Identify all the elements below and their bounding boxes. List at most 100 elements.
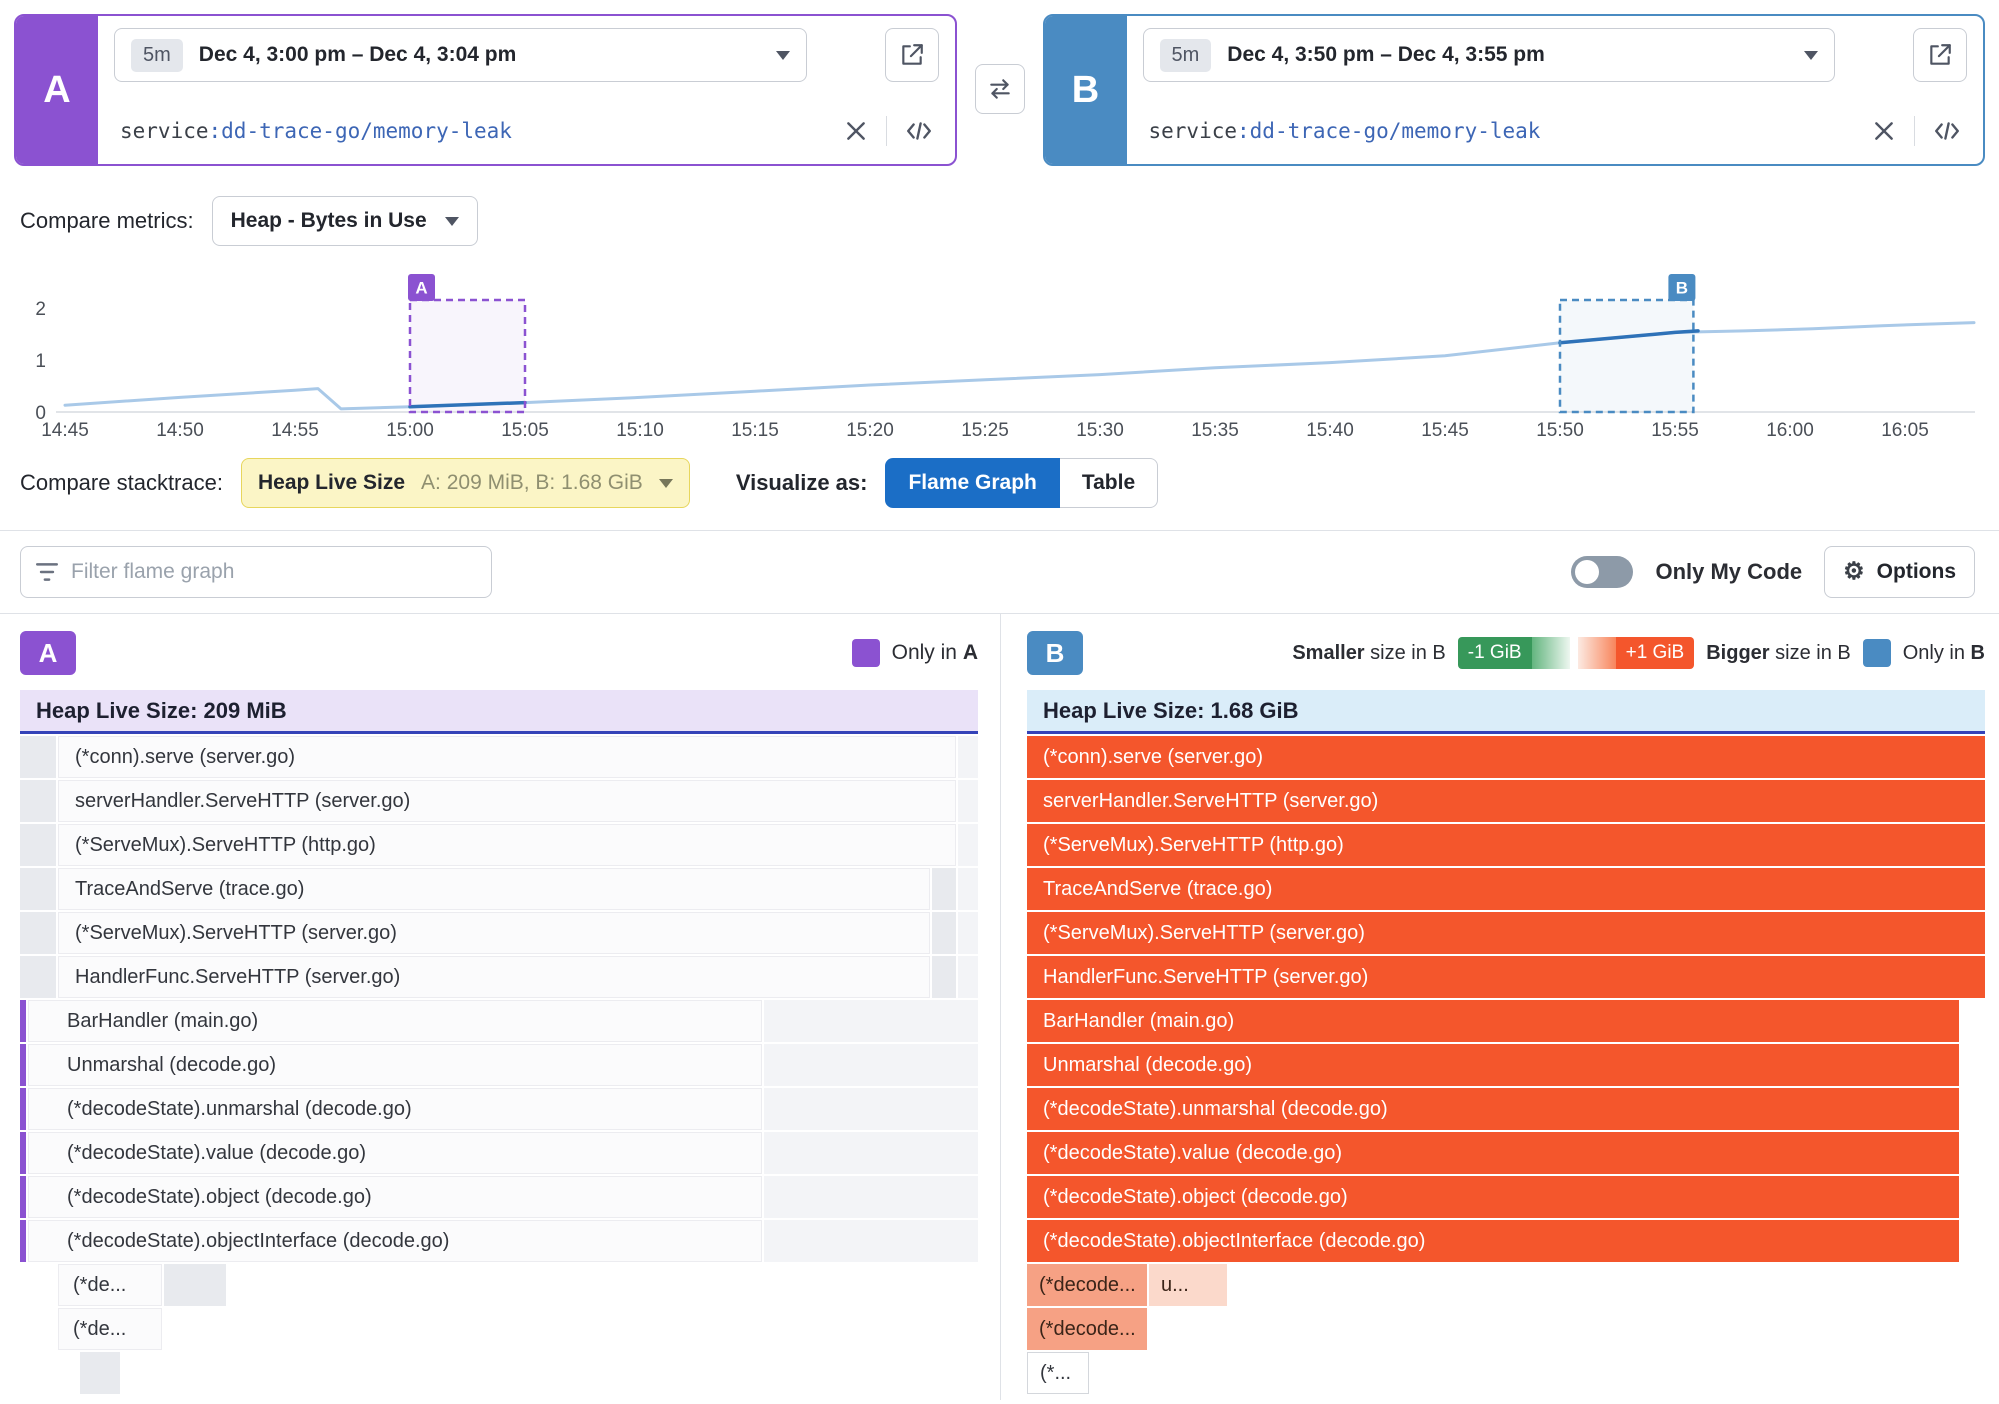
svg-text:15:30: 15:30 xyxy=(1076,420,1124,440)
flame-panel-a: A Only in A Heap Live Size: 209 MiB (*co… xyxy=(0,614,1001,1400)
flame-frame[interactable]: HandlerFunc.ServeHTTP (server.go) xyxy=(58,956,930,998)
flame-frame-sliver[interactable] xyxy=(764,1176,978,1218)
only-in-a-text: Only in xyxy=(892,641,963,664)
flame-frame-sliver[interactable] xyxy=(164,1264,226,1306)
open-in-new-button-a[interactable] xyxy=(885,28,939,82)
flame-frame-sliver[interactable] xyxy=(932,956,956,998)
flame-frame-sliver[interactable] xyxy=(20,1044,26,1086)
duration-pill-b: 5m xyxy=(1160,39,1212,72)
flame-frame[interactable]: (*decodeState).value (decode.go) xyxy=(1027,1132,1959,1174)
panel-a-root-frame[interactable]: Heap Live Size: 209 MiB xyxy=(20,690,978,734)
only-in-a-legend: Only in A xyxy=(852,639,978,667)
panel-b-root-frame[interactable]: Heap Live Size: 1.68 GiB xyxy=(1027,690,1985,734)
query-input-b[interactable]: service:dd-trace-go/memory-leak xyxy=(1143,108,1968,154)
table-tab[interactable]: Table xyxy=(1060,458,1158,508)
flame-frame[interactable]: (*ServeMux).ServeHTTP (http.go) xyxy=(58,824,956,866)
flame-frame-sliver[interactable] xyxy=(958,780,978,822)
flame-frame-sliver[interactable] xyxy=(20,780,56,822)
flame-frame[interactable]: TraceAndServe (trace.go) xyxy=(1027,868,1985,910)
only-my-code-toggle[interactable] xyxy=(1571,556,1633,588)
compare-metrics-dropdown[interactable]: Heap - Bytes in Use xyxy=(212,196,478,246)
flame-frame-sliver[interactable] xyxy=(20,824,56,866)
flame-frame[interactable]: (*de... xyxy=(58,1308,162,1350)
flame-frame-sliver[interactable] xyxy=(764,1044,978,1086)
flame-frame[interactable]: (*decodeState).object (decode.go) xyxy=(28,1176,762,1218)
time-range-text-b: Dec 4, 3:50 pm – Dec 4, 3:55 pm xyxy=(1227,43,1545,67)
stacktrace-metric-dropdown[interactable]: Heap Live Size A: 209 MiB, B: 1.68 GiB xyxy=(241,458,690,508)
time-range-selector-b[interactable]: 5m Dec 4, 3:50 pm – Dec 4, 3:55 pm xyxy=(1143,28,1836,82)
flame-frame[interactable]: u... xyxy=(1149,1264,1227,1306)
flame-frame[interactable]: serverHandler.ServeHTTP (server.go) xyxy=(58,780,956,822)
flame-frame[interactable]: (*decode... xyxy=(1027,1308,1147,1350)
code-view-icon-a[interactable] xyxy=(905,119,933,143)
flame-frame-sliver[interactable] xyxy=(20,736,56,778)
flame-frame-sliver[interactable] xyxy=(958,912,978,954)
flame-frame[interactable]: (*decodeState).object (decode.go) xyxy=(1027,1176,1959,1218)
flame-frame[interactable]: (*de... xyxy=(58,1264,162,1306)
flame-frame-sliver[interactable] xyxy=(958,824,978,866)
visualize-as-segmented-control: Flame Graph Table xyxy=(885,458,1158,508)
clear-query-icon-a[interactable] xyxy=(844,119,868,143)
flame-frame[interactable]: Unmarshal (decode.go) xyxy=(1027,1044,1959,1086)
flame-row: HandlerFunc.ServeHTTP (server.go) xyxy=(1027,956,1985,998)
flame-graph-tab[interactable]: Flame Graph xyxy=(885,458,1059,508)
flame-frame-sliver[interactable] xyxy=(958,736,978,778)
flame-frame-sliver[interactable] xyxy=(764,1088,978,1130)
flame-frame[interactable]: (*decodeState).objectInterface (decode.g… xyxy=(28,1220,762,1262)
flame-frame-sliver[interactable] xyxy=(932,868,956,910)
flame-frame-sliver[interactable] xyxy=(20,1088,26,1130)
query-input-a[interactable]: service:dd-trace-go/memory-leak xyxy=(114,108,939,154)
flame-graph-filter[interactable] xyxy=(20,546,492,598)
flame-frame[interactable]: (*ServeMux).ServeHTTP (http.go) xyxy=(1027,824,1985,866)
clear-query-icon-b[interactable] xyxy=(1872,119,1896,143)
time-range-selector-a[interactable]: 5m Dec 4, 3:00 pm – Dec 4, 3:04 pm xyxy=(114,28,807,82)
flame-row-spacer xyxy=(1961,1176,1985,1218)
flame-frame[interactable]: (*decode... xyxy=(1027,1264,1147,1306)
open-in-new-button-b[interactable] xyxy=(1913,28,1967,82)
flame-frame[interactable]: (*decodeState).unmarshal (decode.go) xyxy=(1027,1088,1959,1130)
flame-frame-sliver[interactable] xyxy=(20,868,56,910)
flame-frame-sliver[interactable] xyxy=(20,912,56,954)
flame-frame-sliver[interactable] xyxy=(764,1220,978,1262)
flame-frame[interactable]: serverHandler.ServeHTTP (server.go) xyxy=(1027,780,1985,822)
flame-row: (*decodeState).object (decode.go) xyxy=(20,1176,978,1218)
flame-frame-sliver[interactable] xyxy=(20,1220,26,1262)
flame-frame[interactable]: (*... xyxy=(1027,1352,1089,1394)
flame-frame[interactable]: (*decodeState).value (decode.go) xyxy=(28,1132,762,1174)
flame-row: serverHandler.ServeHTTP (server.go) xyxy=(20,780,978,822)
flame-frame[interactable]: Unmarshal (decode.go) xyxy=(28,1044,762,1086)
filter-flame-graph-input[interactable] xyxy=(71,560,477,584)
flame-frame-sliver[interactable] xyxy=(958,868,978,910)
flame-frame-sliver[interactable] xyxy=(20,1176,26,1218)
swap-profiles-button[interactable] xyxy=(975,64,1025,114)
query-key-b: service xyxy=(1149,119,1238,143)
flame-row: (*decodeState).objectInterface (decode.g… xyxy=(20,1220,978,1262)
flame-frame[interactable]: BarHandler (main.go) xyxy=(28,1000,762,1042)
flame-frame[interactable]: TraceAndServe (trace.go) xyxy=(58,868,930,910)
flame-frame[interactable]: (*ServeMux).ServeHTTP (server.go) xyxy=(1027,912,1985,954)
flame-frame[interactable]: (*conn).serve (server.go) xyxy=(1027,736,1985,778)
metric-timeseries-chart[interactable]: 01214:4514:5014:5515:0015:0515:1015:1515… xyxy=(20,262,1979,440)
flame-frame-sliver[interactable] xyxy=(958,956,978,998)
flame-frame[interactable]: HandlerFunc.ServeHTTP (server.go) xyxy=(1027,956,1985,998)
flame-frame-sliver[interactable] xyxy=(20,1132,26,1174)
flame-frame[interactable]: (*conn).serve (server.go) xyxy=(58,736,956,778)
flame-frame-sliver[interactable] xyxy=(932,912,956,954)
flame-frame-sliver[interactable] xyxy=(20,1000,26,1042)
options-button[interactable]: ⚙ Options xyxy=(1824,546,1975,598)
flame-frame-sliver[interactable] xyxy=(20,956,56,998)
profile-a-badge: A xyxy=(16,16,98,164)
flame-frame-sliver[interactable] xyxy=(80,1352,120,1394)
visualize-as-label: Visualize as: xyxy=(736,470,868,496)
flame-frame[interactable]: (*decodeState).unmarshal (decode.go) xyxy=(28,1088,762,1130)
query-text-b: service:dd-trace-go/memory-leak xyxy=(1149,119,1541,143)
flame-row: (*ServeMux).ServeHTTP (http.go) xyxy=(20,824,978,866)
flame-frame-sliver[interactable] xyxy=(764,1000,978,1042)
flame-frame-sliver[interactable] xyxy=(764,1132,978,1174)
flame-frame[interactable]: BarHandler (main.go) xyxy=(1027,1000,1959,1042)
flame-frame[interactable]: (*ServeMux).ServeHTTP (server.go) xyxy=(58,912,930,954)
svg-text:16:00: 16:00 xyxy=(1766,420,1814,440)
code-view-icon-b[interactable] xyxy=(1933,119,1961,143)
chevron-down-icon xyxy=(776,51,790,60)
flame-frame[interactable]: (*decodeState).objectInterface (decode.g… xyxy=(1027,1220,1959,1262)
